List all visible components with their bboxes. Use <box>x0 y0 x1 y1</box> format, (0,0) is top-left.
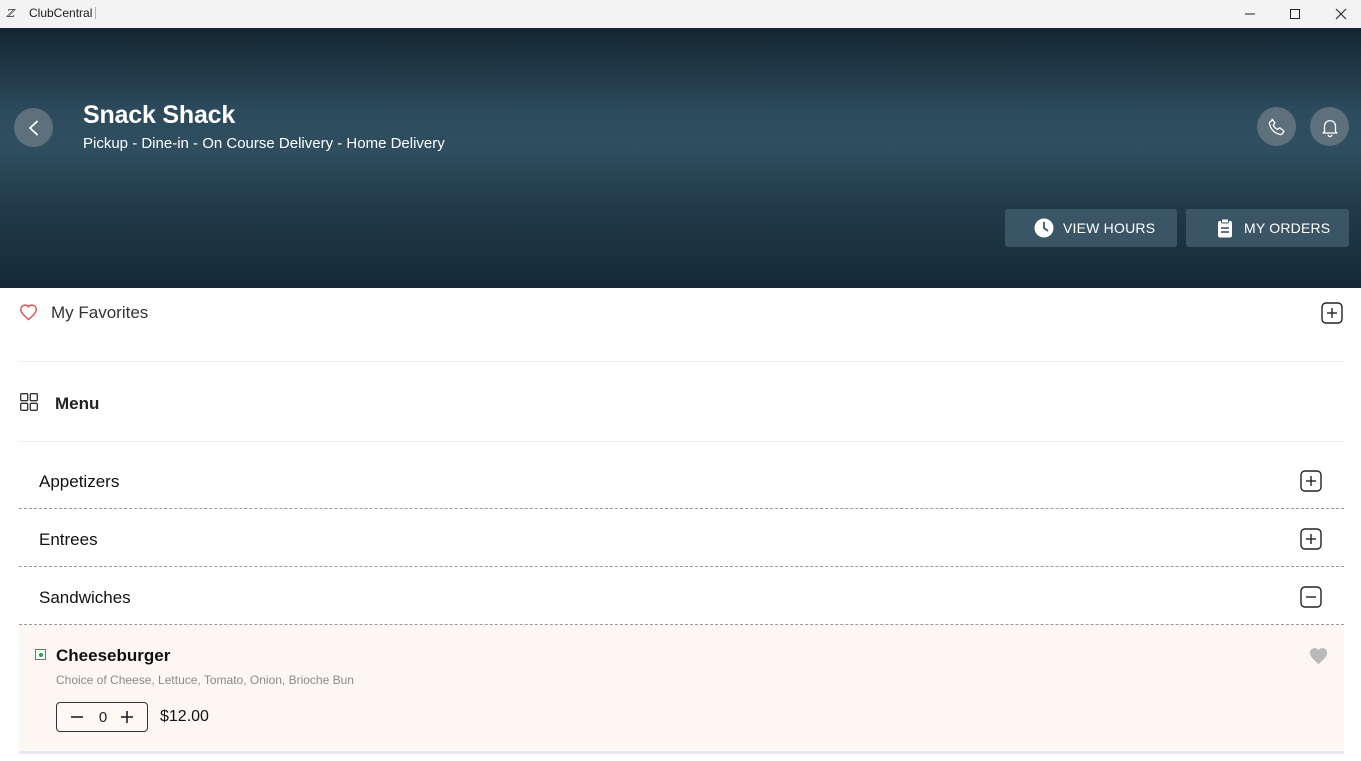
phone-icon <box>1268 118 1284 135</box>
category-entrees[interactable]: Entrees <box>19 509 1344 567</box>
item-price: $12.00 <box>160 708 209 725</box>
plus-square-icon[interactable] <box>1321 302 1343 324</box>
menu-header: Menu <box>19 362 1344 442</box>
heart-filled-icon[interactable] <box>1308 646 1329 665</box>
app-logo-icon: ℤ <box>6 7 15 20</box>
maximize-button[interactable] <box>1272 0 1318 28</box>
minus-square-icon[interactable] <box>1300 586 1322 608</box>
view-hours-label: VIEW HOURS <box>1063 220 1156 236</box>
back-button[interactable] <box>14 108 53 147</box>
bell-icon <box>1321 119 1338 137</box>
item-description: Choice of Cheese, Lettuce, Tomato, Onion… <box>56 673 354 687</box>
food-type-indicator-icon <box>35 649 46 660</box>
quantity-value[interactable]: 0 <box>96 709 110 726</box>
quantity-stepper: 0 <box>56 702 148 732</box>
category-sandwiches[interactable]: Sandwiches <box>19 567 1344 625</box>
item-name: Cheeseburger <box>56 646 171 665</box>
favorites-section[interactable]: My Favorites <box>19 296 1344 362</box>
menu-title: Menu <box>55 394 100 413</box>
plus-square-icon[interactable] <box>1300 470 1322 492</box>
close-icon <box>1335 8 1347 20</box>
maximize-icon <box>1290 9 1300 19</box>
category-label: Sandwiches <box>39 588 131 607</box>
restaurant-header: Snack Shack Pickup - Dine-in - On Course… <box>0 28 1361 288</box>
my-orders-label: MY ORDERS <box>1244 220 1331 236</box>
plus-icon[interactable] <box>120 710 134 724</box>
window-title: ClubCentral <box>29 6 93 20</box>
restaurant-name: Snack Shack <box>83 101 236 129</box>
clipboard-icon <box>1218 218 1232 238</box>
plus-square-icon[interactable] <box>1300 528 1322 550</box>
window-titlebar: ℤ ClubCentral <box>0 0 1361 28</box>
title-separator <box>95 7 96 19</box>
minimize-icon <box>1245 13 1255 15</box>
grid-icon <box>20 393 38 411</box>
category-appetizers[interactable]: Appetizers <box>19 451 1344 509</box>
favorites-label: My Favorites <box>51 303 149 322</box>
chevron-left-icon <box>28 120 38 135</box>
clock-icon <box>1034 218 1054 238</box>
service-options: Pickup - Dine-in - On Course Delivery - … <box>83 135 445 152</box>
menu-item-cheeseburger[interactable]: Cheeseburger Choice of Cheese, Lettuce, … <box>19 625 1344 754</box>
category-label: Entrees <box>39 530 98 549</box>
my-orders-button[interactable]: MY ORDERS <box>1186 209 1349 247</box>
heart-outline-icon <box>20 304 37 321</box>
call-button[interactable] <box>1257 107 1296 146</box>
notifications-button[interactable] <box>1310 107 1349 146</box>
minus-icon[interactable] <box>70 710 84 724</box>
view-hours-button[interactable]: VIEW HOURS <box>1005 209 1177 247</box>
category-label: Appetizers <box>39 472 120 491</box>
minimize-button[interactable] <box>1227 0 1273 28</box>
close-button[interactable] <box>1318 0 1361 28</box>
